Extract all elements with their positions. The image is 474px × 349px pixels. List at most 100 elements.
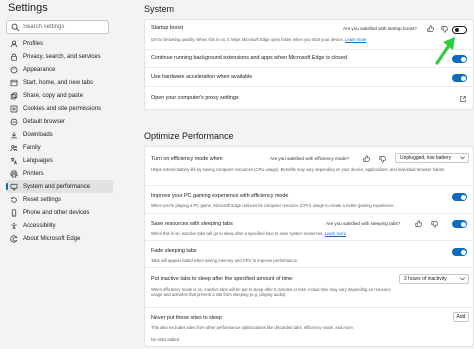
sidebar-item-privacy-search-and-services[interactable]: Privacy, search, and services — [6, 51, 113, 64]
lock-icon — [7, 52, 21, 62]
sidebar-item-reset-settings[interactable]: Reset settings — [6, 193, 113, 206]
proxy-settings-row[interactable]: Open your computer's proxy settings — [145, 86, 473, 110]
inactive-tabs-select-value: 2 hours of inactivity — [404, 276, 447, 282]
fade-sleeping-tabs-desc: Tabs will appear faded when saving memor… — [151, 258, 299, 263]
startup-boost-toggle[interactable] — [452, 26, 467, 34]
printer-icon — [7, 169, 21, 179]
sleeping-tabs-desc: When this is on, inactive tabs will go t… — [151, 231, 347, 236]
phone-icon — [7, 208, 21, 218]
efficiency-mode-select-value: Unplugged, low battery — [400, 155, 452, 161]
gaming-title: Improve your PC gaming experience with e… — [151, 193, 289, 199]
home-icon — [7, 78, 21, 88]
sidebar-item-share-copy-and-paste[interactable]: Share, copy and paste — [6, 90, 113, 103]
inactive-tabs-row: Put inactive tabs to sleep after the spe… — [145, 267, 473, 307]
languages-icon — [7, 156, 21, 166]
sidebar-item-about-microsoft-edge[interactable]: About Microsoft Edge — [6, 232, 113, 245]
never-sleep-desc: This also excludes sites from other perf… — [151, 325, 355, 330]
sidebar-item-label: Default browser — [23, 119, 66, 126]
background-apps-row: Continue running background extensions a… — [145, 49, 473, 67]
sidebar-item-label: Phone and other devices — [23, 209, 90, 216]
system-card: Startup boost Are you satisfied with sta… — [144, 19, 474, 110]
search-icon — [11, 23, 20, 32]
thumbs-up-icon[interactable] — [363, 155, 370, 162]
thumbs-up-icon[interactable] — [427, 25, 434, 32]
sidebar-item-phone-and-other-devices[interactable]: Phone and other devices — [6, 206, 113, 219]
permissions-icon — [7, 104, 21, 114]
sidebar-item-label: Reset settings — [23, 196, 62, 203]
thumbs-down-icon[interactable] — [441, 26, 448, 33]
startup-boost-learn-more-link[interactable]: Learn more — [345, 37, 366, 42]
sidebar-item-appearance[interactable]: Appearance — [6, 64, 113, 77]
hardware-acceleration-title: Use hardware acceleration when available — [151, 74, 253, 80]
never-sleep-row: Never put these sites to sleep Add This … — [145, 307, 473, 348]
appearance-icon — [7, 65, 21, 75]
sidebar: Settings Profiles Privacy, search, and se… — [0, 0, 114, 349]
fade-sleeping-tabs-title: Fade sleeping tabs — [151, 248, 197, 254]
sidebar-item-label: Printers — [23, 170, 44, 177]
external-link-icon[interactable] — [460, 96, 466, 102]
sidebar-item-languages[interactable]: Languages — [6, 154, 113, 167]
sidebar-item-accessibility[interactable]: Accessibility — [6, 219, 113, 232]
sleeping-tabs-row: Save resources with sleeping tabs Are yo… — [145, 213, 473, 240]
family-icon — [7, 143, 21, 153]
sidebar-item-downloads[interactable]: Downloads — [6, 129, 113, 142]
section-title-system: System — [144, 4, 175, 14]
thumbs-down-icon[interactable] — [431, 221, 438, 228]
search-input[interactable] — [23, 21, 107, 33]
search-box[interactable] — [6, 20, 109, 34]
add-site-button[interactable]: Add — [453, 312, 469, 322]
efficiency-mode-select[interactable]: Unplugged, low battery — [395, 153, 469, 163]
sidebar-item-label: Privacy, search, and services — [23, 54, 101, 61]
gaming-toggle[interactable] — [452, 193, 467, 201]
performance-card: Turn on efficiency mode when Are you sat… — [144, 146, 474, 347]
efficiency-mode-desc: Helps extend battery life by saving comp… — [151, 167, 445, 172]
chevron-down-icon — [460, 277, 465, 281]
sleeping-tabs-toggle[interactable] — [452, 220, 467, 228]
gaming-desc: When you're playing a PC game, Microsoft… — [151, 203, 395, 208]
inactive-tabs-select[interactable]: 2 hours of inactivity — [399, 274, 469, 284]
sidebar-nav: Profiles Privacy, search, and services App… — [6, 38, 113, 245]
fade-sleeping-tabs-row: Fade sleeping tabs Tabs will appear fade… — [145, 240, 473, 267]
proxy-settings-title: Open your computer's proxy settings — [151, 95, 239, 101]
sidebar-item-label: Languages — [23, 157, 53, 164]
sidebar-item-system-and-performance[interactable]: System and performance — [6, 180, 113, 194]
startup-boost-row: Startup boost Are you satisfied with sta… — [145, 20, 473, 49]
thumbs-up-icon[interactable] — [415, 220, 422, 227]
annotation-arrow-icon — [435, 37, 455, 65]
sidebar-item-label: Downloads — [23, 132, 53, 139]
main-content: System Startup boost Are you satisfied w… — [140, 0, 474, 349]
thumbs-down-icon[interactable] — [379, 156, 386, 163]
efficiency-mode-feedback: Are you satisfied with efficiency mode? — [270, 156, 350, 161]
chevron-down-icon — [460, 156, 465, 160]
download-icon — [7, 130, 21, 140]
fade-sleeping-tabs-toggle[interactable] — [452, 248, 467, 256]
sidebar-item-label: Family — [23, 144, 41, 151]
sidebar-item-family[interactable]: Family — [6, 142, 113, 155]
reset-icon — [7, 195, 21, 205]
startup-boost-title: Startup boost — [151, 25, 184, 31]
gaming-row: Improve your PC gaming experience with e… — [145, 185, 473, 213]
sidebar-item-label: Share, copy and paste — [23, 93, 84, 100]
sidebar-item-profiles[interactable]: Profiles — [6, 38, 113, 51]
sleeping-tabs-learn-more-link[interactable]: Learn more — [325, 231, 346, 236]
inactive-tabs-desc: When efficiency mode is on, inactive tab… — [151, 287, 391, 298]
system-icon — [7, 182, 21, 192]
sleeping-tabs-title: Save resources with sleeping tabs — [151, 221, 233, 227]
sidebar-item-printers[interactable]: Printers — [6, 167, 113, 180]
sidebar-item-cookies-and-site-permissions[interactable]: Cookies and site permissions — [6, 103, 113, 116]
section-title-performance: Optimize Performance — [144, 131, 234, 141]
sidebar-item-label: Start, home, and new tabs — [23, 80, 94, 87]
accessibility-icon — [7, 221, 21, 231]
startup-boost-desc: Get to browsing quickly. When this is on… — [151, 37, 367, 42]
sidebar-item-default-browser[interactable]: Default browser — [6, 116, 113, 129]
sidebar-item-label: About Microsoft Edge — [23, 235, 81, 242]
share-icon — [7, 91, 21, 101]
browser-icon — [7, 117, 21, 127]
sleeping-tabs-feedback: Are you satisfied with sleeping tabs? — [326, 221, 401, 226]
edge-icon — [7, 234, 21, 244]
page-title: Settings — [8, 2, 48, 14]
inactive-tabs-title: Put inactive tabs to sleep after the spe… — [151, 276, 294, 282]
hardware-acceleration-toggle[interactable] — [452, 74, 467, 82]
sidebar-item-start-home-and-new-tabs[interactable]: Start, home, and new tabs — [6, 77, 113, 90]
startup-boost-feedback: Are you satisfied with startup boost? — [343, 26, 417, 31]
